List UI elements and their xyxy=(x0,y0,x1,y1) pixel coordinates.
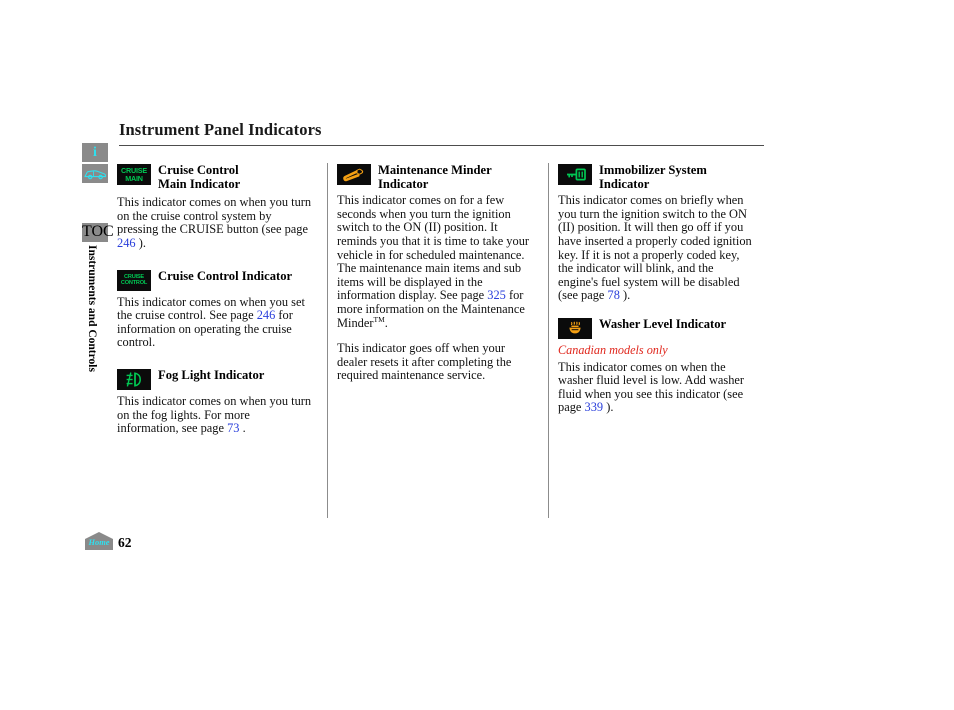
indicator-body: This indicator comes on briefly when you… xyxy=(558,193,754,303)
body-before: This indicator comes on when you turn on… xyxy=(117,393,312,436)
indicator-title-line2: Main Indicator xyxy=(158,176,241,191)
indicator-title-line2: Indicator xyxy=(378,176,429,191)
vehicle-button[interactable] xyxy=(82,164,108,183)
indicator-title-line1: Fog Light Indicator xyxy=(158,367,265,382)
indicator-title-line1: Cruise Control xyxy=(158,163,239,177)
column-divider-2 xyxy=(548,163,549,518)
home-label: Home xyxy=(88,538,110,547)
page-link[interactable]: 78 xyxy=(608,288,620,303)
indicator-title-line1: Maintenance Minder xyxy=(378,163,492,177)
body-after: ). xyxy=(603,400,614,415)
indicator-title-line2: Indicator xyxy=(599,176,650,191)
indicator-title: Cruise Control Indicator xyxy=(158,269,292,284)
indicator-title-line1: Cruise Control Indicator xyxy=(158,268,293,283)
cruise-control-icon-line1: CRUISE xyxy=(124,273,144,280)
info-button[interactable]: i xyxy=(82,143,108,162)
regional-note: Canadian models only xyxy=(558,342,668,357)
indicator-title-line1: Immobilizer System xyxy=(599,163,707,177)
indicator-body: This indicator comes on when you turn on… xyxy=(117,195,313,250)
wrench-icon xyxy=(343,168,364,182)
indicator-entry-maintenance-minder: Maintenance Minder Indicator This indica… xyxy=(337,163,533,383)
body-after: ). xyxy=(135,235,146,250)
title-divider xyxy=(119,145,764,146)
cruise-control-icon-line2: CONTROL xyxy=(120,280,148,287)
maintenance-minder-indicator-icon xyxy=(337,164,371,185)
immobilizer-system-indicator-icon xyxy=(558,164,592,185)
indicator-body-secondary: This indicator goes off when your dealer… xyxy=(337,341,512,383)
body-after: ). xyxy=(619,288,631,303)
indicator-body: This indicator comes on when you set the… xyxy=(117,295,313,350)
indicator-title: Washer Level Indicator xyxy=(599,317,726,332)
section-tab-label: Instruments and Controls xyxy=(86,245,98,372)
column-3: Immobilizer System Indicator This indica… xyxy=(558,163,754,518)
indicator-entry-immobilizer: Immobilizer System Indicator This indica… xyxy=(558,163,754,303)
indicator-title: Fog Light Indicator xyxy=(158,368,264,383)
indicator-entry-cruise-main: CRUISE MAIN Cruise Control Main Indicato… xyxy=(117,163,313,251)
body-after: . xyxy=(239,421,246,436)
column-divider-1 xyxy=(327,163,328,518)
cruise-main-indicator-icon: CRUISE MAIN xyxy=(117,164,151,185)
page-link[interactable]: 325 xyxy=(487,288,506,303)
indicator-body: This indicator comes on when you turn on… xyxy=(117,393,313,436)
column-2: Maintenance Minder Indicator This indica… xyxy=(337,163,533,518)
body-before: This indicator comes on when you turn on… xyxy=(117,195,312,237)
toc-button[interactable]: TOC xyxy=(82,223,114,242)
section-tab[interactable]: Instruments and Controls xyxy=(82,245,102,375)
trademark-symbol: TM xyxy=(373,314,385,324)
indicator-title: Immobilizer System Indicator xyxy=(599,163,707,191)
indicator-title: Cruise Control Main Indicator xyxy=(158,163,240,191)
indicator-entry-washer-level: Washer Level Indicator Canadian models o… xyxy=(558,317,754,415)
content-columns: CRUISE MAIN Cruise Control Main Indicato… xyxy=(117,163,765,518)
indicator-entry-fog-light: Fog Light Indicator This indicator comes… xyxy=(117,368,313,436)
vehicle-icon xyxy=(84,170,106,180)
indicator-entry-cruise-control: CRUISE CONTROL Cruise Control Indicator … xyxy=(117,269,313,350)
body-before: This indicator comes on briefly when you… xyxy=(558,193,752,303)
indicator-body: This indicator comes on for a few second… xyxy=(337,193,533,330)
washer-level-indicator-icon xyxy=(558,317,592,339)
home-button[interactable]: Home xyxy=(84,531,114,551)
indicator-title: Maintenance Minder Indicator xyxy=(378,163,492,191)
page-link[interactable]: 246 xyxy=(257,308,276,322)
cruise-control-indicator-icon: CRUISE CONTROL xyxy=(117,269,151,291)
column-1: CRUISE MAIN Cruise Control Main Indicato… xyxy=(117,163,313,518)
page-link[interactable]: 339 xyxy=(585,400,604,415)
fog-light-glyph xyxy=(126,372,141,387)
toc-label: TOC xyxy=(82,223,114,240)
indicator-title-line1: Washer Level Indicator xyxy=(599,316,727,331)
cruise-main-icon-line2: MAIN xyxy=(125,173,143,183)
body-tail: . xyxy=(384,315,388,330)
page-number: 62 xyxy=(118,535,132,550)
indicator-body: This indicator comes on when the washer … xyxy=(558,360,754,415)
body-before: This indicator comes on for a few second… xyxy=(337,193,530,303)
info-icon: i xyxy=(93,145,97,160)
fog-light-indicator-icon xyxy=(117,368,151,390)
page-link[interactable]: 246 xyxy=(117,236,136,250)
page-link[interactable]: 73 xyxy=(227,421,239,435)
key-icon xyxy=(567,168,586,181)
page-title: Instrument Panel Indicators xyxy=(119,120,322,139)
washer-fluid-glyph xyxy=(569,321,581,334)
